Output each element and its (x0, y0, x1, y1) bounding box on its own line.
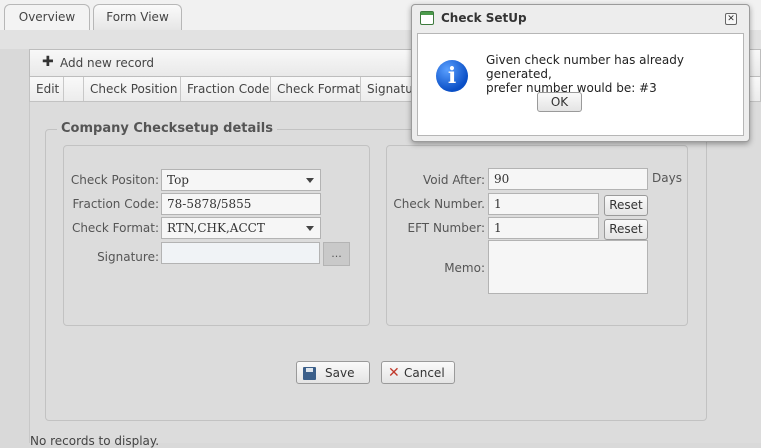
tab-overview-label: Overview (18, 10, 76, 24)
column-header-edit[interactable]: Edit (30, 77, 64, 101)
tab-form-view[interactable]: Form View (93, 4, 182, 30)
save-button-label: Save (325, 366, 355, 380)
signature-browse-button[interactable]: ... (323, 242, 350, 266)
dialog-body: i Given check number has already generat… (417, 33, 744, 136)
ok-button[interactable]: OK (537, 92, 582, 112)
memo-textarea[interactable] (488, 240, 648, 294)
info-icon: i (436, 60, 468, 92)
column-header-check-format[interactable]: Check Format (271, 77, 361, 101)
check-number-input[interactable]: 1 (488, 193, 599, 215)
check-format-select[interactable]: RTN,CHK,ACCT (161, 217, 321, 239)
cancel-x-icon: ✕ (388, 365, 400, 381)
eft-number-label: EFT Number: (407, 221, 485, 235)
check-position-select[interactable]: Top (161, 169, 321, 191)
column-header-blank[interactable] (64, 77, 84, 101)
eft-number-input[interactable]: 1 (488, 217, 599, 239)
close-icon[interactable]: ✕ (725, 13, 737, 25)
dropdown-arrow-icon (306, 226, 314, 231)
memo-label: Memo: (444, 261, 485, 275)
tab-overview[interactable]: Overview (4, 4, 90, 31)
dialog-title: Check SetUp (441, 11, 527, 25)
reset-eft-number-button[interactable]: Reset (604, 219, 648, 240)
signature-label: Signature: (97, 250, 159, 264)
void-after-label: Void After: (422, 173, 485, 187)
fraction-code-input[interactable]: 78-5878/5855 (161, 193, 321, 215)
dropdown-arrow-icon (306, 178, 314, 183)
window-icon (420, 11, 434, 25)
column-header-fraction-code[interactable]: Fraction Code (181, 77, 271, 101)
column-header-check-position[interactable]: Check Position (84, 77, 181, 101)
check-position-value: Top (167, 173, 189, 187)
reset-check-number-button[interactable]: Reset (604, 195, 648, 216)
add-new-record-button[interactable]: Add new record (60, 56, 154, 70)
dialog-message-line1: Given check number has already generated… (486, 53, 684, 81)
tab-form-view-label: Form View (106, 10, 169, 24)
check-format-value: RTN,CHK,ACCT (167, 221, 265, 235)
floppy-disk-icon (303, 367, 316, 380)
dialog-message: Given check number has already generated… (486, 53, 743, 95)
check-format-label: Check Format: (71, 221, 159, 235)
plus-icon[interactable]: ✚ (42, 54, 54, 70)
check-position-label: Check Positon: (70, 173, 159, 187)
no-records-text: No records to display. (30, 434, 160, 448)
check-setup-dialog: Check SetUp ✕ i Given check number has a… (411, 4, 750, 142)
cancel-button[interactable]: ✕ Cancel (381, 361, 455, 384)
cancel-button-label: Cancel (404, 366, 445, 380)
check-number-label: Check Number. (393, 197, 485, 211)
fieldset-legend: Company Checksetup details (57, 121, 277, 136)
signature-input[interactable] (161, 242, 320, 264)
fraction-code-label: Fraction Code: (72, 197, 159, 211)
save-button[interactable]: Save (296, 361, 370, 384)
dialog-message-line2: prefer number would be: #3 (486, 81, 657, 95)
days-unit-label: Days (652, 171, 682, 185)
void-after-input[interactable]: 90 (488, 168, 648, 190)
